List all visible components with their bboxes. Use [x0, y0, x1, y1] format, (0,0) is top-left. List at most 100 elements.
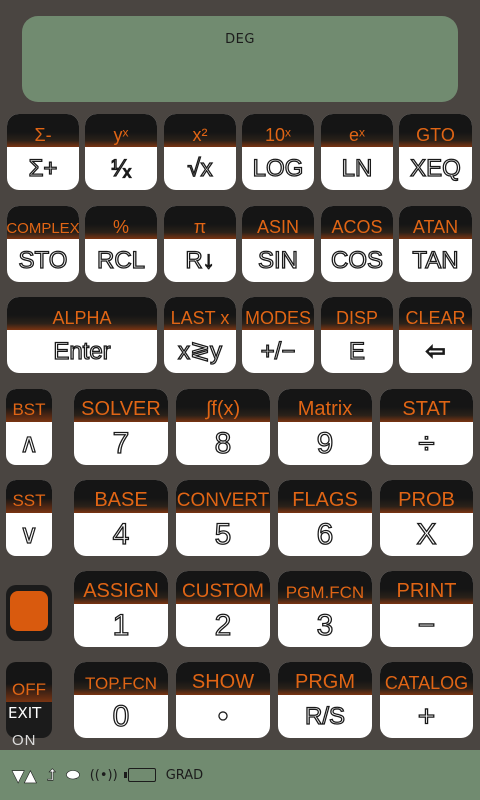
key-8[interactable]: ∫f(x) 8 [176, 389, 270, 465]
bst-up-key[interactable]: BST ∧ [6, 389, 52, 465]
stat-shift-label: STAT [402, 398, 451, 421]
enter-label: Enter [53, 337, 112, 365]
digit-0-label: 0 [112, 699, 130, 733]
percent-shift-label: % [112, 217, 129, 238]
io-annunciator: ((•)) [89, 767, 118, 783]
sqrt-key[interactable]: x² √x [164, 114, 236, 190]
key-0[interactable]: TOP.FCN 0 [74, 662, 168, 738]
alpha-shift-label: ALPHA [52, 308, 112, 329]
exponent-label: E [348, 337, 365, 365]
sigma-plus-key[interactable]: Σ- Σ+ [7, 114, 79, 190]
clear-shift-label: CLEAR [405, 308, 466, 329]
integrate-shift-label: ∫f(x) [205, 398, 241, 421]
atan-shift-label: ATAN [412, 217, 459, 238]
sigma-minus-shift-label: Σ- [34, 125, 52, 146]
digit-5-label: 5 [214, 517, 232, 551]
busy-annunciator-icon: ⬬ [66, 765, 80, 785]
lcd-display: DEG [22, 16, 458, 102]
key-4[interactable]: BASE 4 [74, 480, 168, 556]
e-power-x-shift-label: eˣ [349, 125, 365, 146]
plus-icon: + [417, 699, 436, 733]
flags-shift-label: FLAGS [292, 489, 358, 512]
backspace-arrow-icon: ⇦ [425, 337, 446, 365]
catalog-shift-label: CATALOG [384, 673, 469, 694]
run-stop-label: R/S [304, 702, 345, 730]
change-sign-key[interactable]: MODES +/− [242, 297, 314, 373]
base-shift-label: BASE [94, 489, 148, 512]
angle-mode-indicator: DEG [225, 32, 255, 47]
down-arrow-icon: ∨ [19, 519, 39, 550]
prgm-shift-label: PRGM [295, 671, 355, 694]
digit-2-label: 2 [214, 608, 232, 642]
top-fcn-shift-label: TOP.FCN [84, 674, 158, 694]
sst-shift-label: SST [12, 491, 46, 511]
sst-down-key[interactable]: SST ∨ [6, 480, 52, 556]
key-6[interactable]: FLAGS 6 [278, 480, 372, 556]
up-arrow-icon: ∧ [19, 428, 39, 459]
subtract-key[interactable]: PRINT − [380, 571, 473, 647]
divide-key[interactable]: STAT ÷ [380, 389, 473, 465]
key-3[interactable]: PGM.FCN 3 [278, 571, 372, 647]
assign-shift-label: ASSIGN [83, 580, 159, 603]
last-x-shift-label: LAST x [170, 308, 230, 329]
key-9[interactable]: Matrix 9 [278, 389, 372, 465]
reciprocal-label: ¹⁄ₓ [110, 154, 131, 182]
enter-key[interactable]: ALPHA Enter [7, 297, 157, 373]
roll-down-key[interactable]: π R↓ [164, 206, 236, 282]
key-1[interactable]: ASSIGN 1 [74, 571, 168, 647]
shift-key[interactable] [6, 585, 52, 641]
battery-icon [123, 768, 156, 782]
annunciator-bar: ▼▲ ⮥ ⬬ ((•)) GRAD [0, 750, 480, 800]
print-annunciator-icon: ▼▲ [12, 765, 37, 785]
cos-key[interactable]: ACOS COS [321, 206, 393, 282]
on-label: ON [12, 732, 37, 749]
sto-label: STO [18, 246, 68, 274]
key-5[interactable]: CONVERT 5 [176, 480, 270, 556]
digit-8-label: 8 [214, 426, 232, 460]
rcl-label: RCL [96, 246, 145, 274]
acos-shift-label: ACOS [331, 217, 383, 238]
bst-shift-label: BST [12, 400, 46, 420]
x-squared-shift-label: x² [192, 125, 208, 146]
swap-key[interactable]: LAST x x≷y [164, 297, 236, 373]
decimal-point-key[interactable]: SHOW • [176, 662, 270, 738]
shift-annunciator-icon: ⮥ [46, 765, 57, 785]
solver-shift-label: SOLVER [81, 398, 161, 421]
asin-shift-label: ASIN [256, 217, 299, 238]
ln-key[interactable]: eˣ LN [321, 114, 393, 190]
modes-shift-label: MODES [244, 308, 311, 329]
digit-1-label: 1 [112, 608, 130, 642]
off-shift-label: OFF [12, 680, 46, 699]
matrix-shift-label: Matrix [297, 398, 353, 421]
add-key[interactable]: CATALOG + [380, 662, 473, 738]
show-shift-label: SHOW [191, 671, 255, 694]
sto-key[interactable]: COMPLEX STO [7, 206, 79, 282]
reciprocal-key[interactable]: yˣ ¹⁄ₓ [85, 114, 157, 190]
angle-annunciator: GRAD [165, 767, 204, 783]
rcl-key[interactable]: % RCL [85, 206, 157, 282]
digit-7-label: 7 [112, 426, 130, 460]
log-key[interactable]: 10ˣ LOG [242, 114, 314, 190]
multiply-icon: X [416, 517, 437, 551]
digit-6-label: 6 [316, 517, 334, 551]
sin-key[interactable]: ASIN SIN [242, 206, 314, 282]
print-shift-label: PRINT [396, 580, 457, 603]
swap-label: x≷y [177, 337, 223, 365]
digit-3-label: 3 [316, 608, 334, 642]
disp-shift-label: DISP [335, 308, 378, 329]
decimal-point-icon: • [217, 699, 229, 733]
shift-orange-square [10, 591, 48, 631]
xeq-key[interactable]: GTO XEQ [399, 114, 472, 190]
tan-key[interactable]: ATAN TAN [399, 206, 472, 282]
key-2[interactable]: CUSTOM 2 [176, 571, 270, 647]
exit-key[interactable]: OFF EXIT [6, 662, 52, 738]
complex-shift-label: COMPLEX [7, 220, 79, 238]
multiply-key[interactable]: PROB X [380, 480, 473, 556]
key-7[interactable]: SOLVER 7 [74, 389, 168, 465]
backspace-key[interactable]: CLEAR ⇦ [399, 297, 472, 373]
log-label: LOG [252, 154, 304, 182]
run-stop-key[interactable]: PRGM R/S [278, 662, 372, 738]
change-sign-label: +/− [260, 337, 296, 365]
y-power-x-shift-label: yˣ [113, 125, 129, 146]
exponent-key[interactable]: DISP E [321, 297, 393, 373]
